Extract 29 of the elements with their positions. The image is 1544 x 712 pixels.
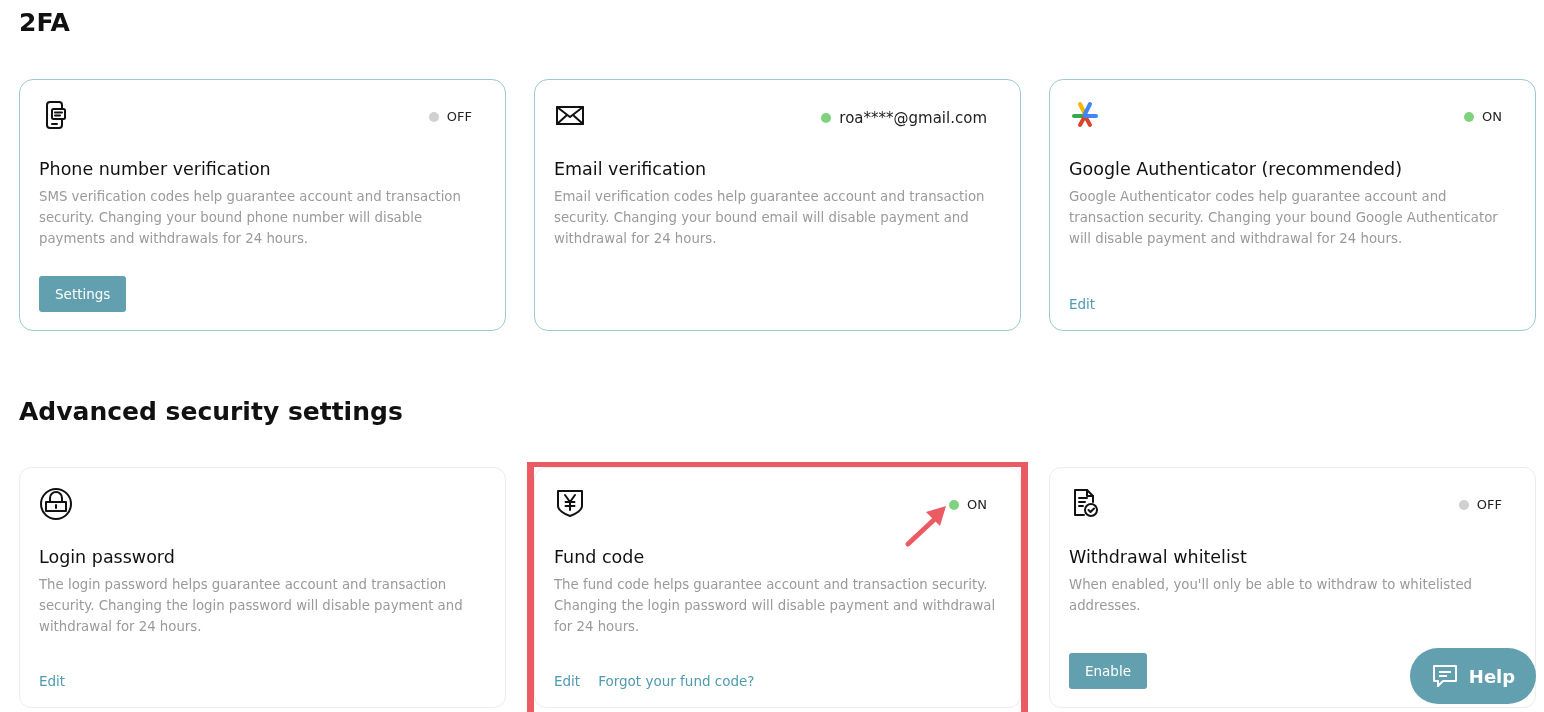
card-title: Login password (39, 546, 176, 569)
status-label: roa****@gmail.com (839, 109, 987, 127)
action-button[interactable]: Enable (1069, 653, 1147, 689)
help-button[interactable]: Help (1410, 648, 1536, 704)
action-link[interactable]: Edit (39, 673, 66, 689)
shield-yen-icon (554, 487, 586, 519)
card-title: Email verification (554, 158, 708, 181)
status-label: OFF (1476, 497, 1502, 512)
section-heading: Advanced security settings (19, 396, 404, 428)
section-heading: 2FA (19, 7, 71, 39)
card-title: Fund code (554, 546, 646, 569)
card-description: When enabled, you'll only be able to withdraw to whitelisted addresses. (1069, 576, 1474, 615)
action-link[interactable]: Edit (1069, 296, 1096, 312)
status-label: OFF (446, 109, 472, 124)
card-title: Phone number verification (39, 158, 272, 181)
status-label: ON (967, 497, 987, 512)
card-description: Google Authenticator codes help guarantee account and transaction security. Changing your bound Google Authenticator will disable payment and withdrawal for 24 hours. (1069, 188, 1499, 248)
card-description: SMS verification codes help guarantee account and transaction security. Changing your bound phone number will disable payments and withdrawals for 24 hours. (39, 188, 462, 248)
action-link[interactable]: Forgot your fund code? (598, 673, 755, 689)
card-title: Google Authenticator (recommended) (1069, 158, 1404, 181)
card-description: Email verification codes help guarantee account and transaction security. Changing your bound email will disable payment and withdrawal for 24 hours. (554, 188, 986, 248)
card-title: Withdrawal whitelist (1069, 546, 1248, 569)
chat-icon (1430, 663, 1459, 689)
card-description: The login password helps guarantee account and transaction security. Changing the login password will disable payment and withdrawal for 24 hours. (39, 576, 464, 636)
action-link[interactable]: Edit (554, 673, 581, 689)
action-button[interactable]: Settings (39, 276, 127, 312)
lock-icon (39, 487, 73, 521)
status-label: ON (1482, 109, 1502, 124)
card-description: The fund code helps guarantee account and transaction security. Changing the login password will disable payment and withdrawal for 24 hours. (554, 576, 997, 636)
